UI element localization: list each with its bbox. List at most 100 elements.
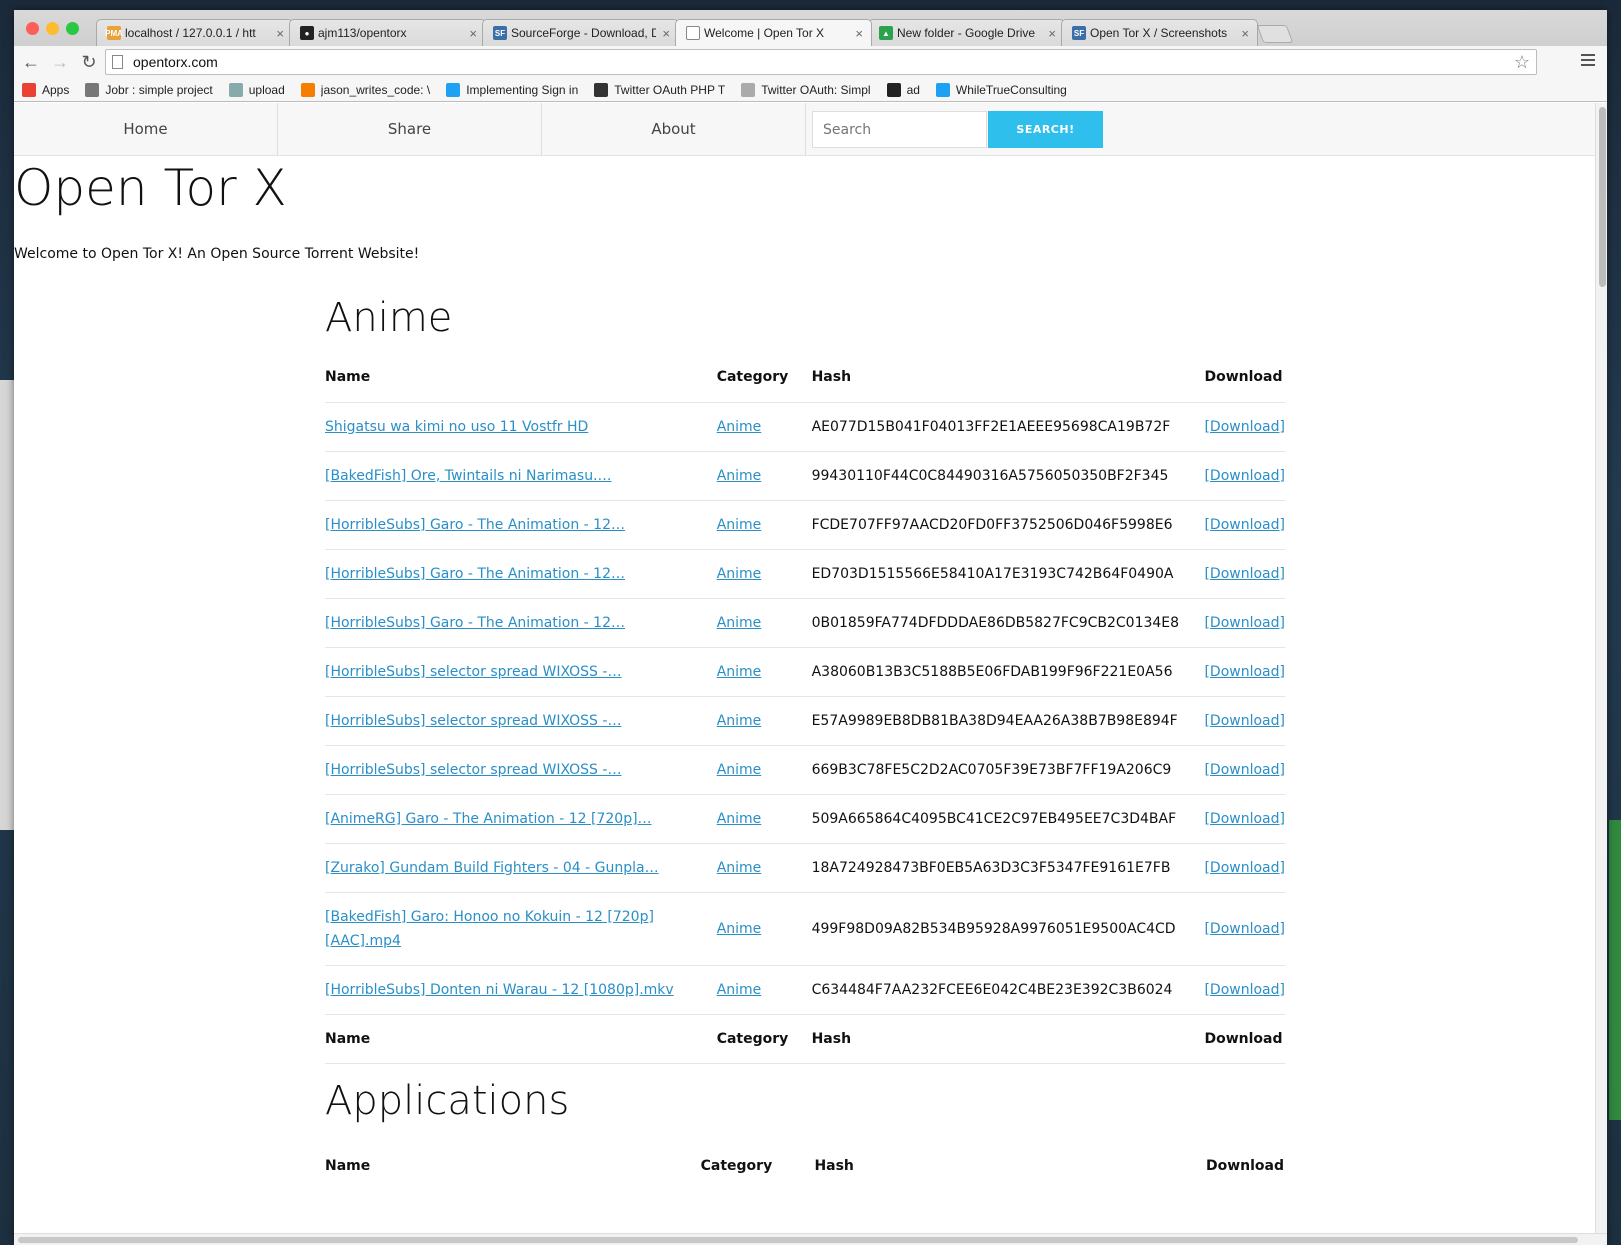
torrent-name-cell: [HorribleSubs] selector spread WIXOSS -… — [325, 744, 717, 794]
bookmark-item[interactable]: WhileTrueConsulting — [935, 82, 1067, 97]
download-cell: [Download] — [1204, 793, 1285, 843]
applications-table-header: Name Category Hash Download — [325, 1141, 1285, 1190]
applications-section: Applications Name Category Hash Download — [325, 1061, 1285, 1190]
tab-close-icon[interactable]: × — [1241, 26, 1249, 41]
col-download-header: Download — [1204, 369, 1283, 386]
torrent-name-link[interactable]: [HorribleSubs] selector spread WIXOSS -… — [325, 664, 621, 680]
download-link[interactable]: [Download] — [1204, 860, 1285, 876]
new-tab-button[interactable] — [1256, 25, 1294, 43]
menu-hamburger-icon[interactable] — [1581, 54, 1595, 69]
download-link[interactable]: [Download] — [1204, 615, 1285, 631]
window-minimize-button[interactable] — [46, 22, 59, 35]
category-link[interactable]: Anime — [717, 811, 762, 827]
bookmark-item[interactable]: Twitter OAuth PHP T — [594, 82, 725, 97]
download-link[interactable]: [Download] — [1204, 811, 1285, 827]
forward-arrow-icon[interactable]: → — [48, 52, 72, 73]
search-button[interactable]: SEARCH! — [988, 111, 1103, 148]
bookmark-item[interactable]: ad — [886, 82, 920, 97]
tab-title: localhost / 127.0.0.1 / htt — [125, 26, 256, 40]
browser-tab[interactable]: Welcome | Open Tor X × — [675, 19, 872, 46]
site-icon — [594, 82, 609, 97]
torrent-name-cell: [HorribleSubs] selector spread WIXOSS -… — [325, 646, 717, 696]
torrent-name-link[interactable]: [HorribleSubs] Garo - The Animation - 12… — [325, 566, 625, 582]
torrent-name-link[interactable]: [AnimeRG] Garo - The Animation - 12 [720… — [325, 811, 652, 827]
bookmarks-bar: Apps Jobr : simple project upload jason_wri… — [14, 78, 1607, 102]
bookmark-item[interactable]: upload — [228, 82, 285, 97]
category-link[interactable]: Anime — [717, 921, 762, 937]
window-maximize-button[interactable] — [66, 22, 79, 35]
download-cell: [Download] — [1204, 646, 1285, 696]
torrent-name-cell: [HorribleSubs] Garo - The Animation - 12… — [325, 597, 717, 647]
download-link[interactable]: [Download] — [1204, 982, 1285, 998]
tab-close-icon[interactable]: × — [469, 26, 477, 41]
tab-close-icon[interactable]: × — [855, 26, 863, 41]
torrent-name-link[interactable]: [HorribleSubs] Garo - The Animation - 12… — [325, 517, 625, 533]
torrent-name-link[interactable]: Shigatsu wa kimi no uso 11 Vostfr HD — [325, 419, 588, 435]
category-link[interactable]: Anime — [717, 419, 762, 435]
download-link[interactable]: [Download] — [1204, 468, 1285, 484]
col-download-footer: Download — [1204, 1013, 1285, 1064]
table-row: Shigatsu wa kimi no uso 11 Vostfr HD Anim… — [325, 401, 1285, 451]
nav-about[interactable]: About — [542, 103, 806, 155]
download-link[interactable]: [Download] — [1204, 419, 1285, 435]
bookmark-item[interactable]: Apps — [22, 82, 69, 97]
download-link[interactable]: [Download] — [1204, 921, 1285, 937]
browser-tab[interactable]: ▲ New folder - Google Drive × — [868, 19, 1065, 46]
download-link[interactable]: [Download] — [1204, 762, 1285, 778]
category-link[interactable]: Anime — [717, 982, 762, 998]
torrent-name-link[interactable]: [HorribleSubs] Garo - The Animation - 12… — [325, 615, 625, 631]
torrent-name-link[interactable]: [Zurako] Gundam Build Fighters - 04 - Gu… — [325, 860, 659, 876]
vertical-scroll-thumb[interactable] — [1599, 107, 1606, 287]
category-link[interactable]: Anime — [717, 713, 762, 729]
applications-heading: Applications — [325, 1078, 570, 1124]
nav-home[interactable]: Home — [14, 103, 278, 155]
torrent-name-link[interactable]: [BakedFish] Ore, Twintails ni Narimasu.… — [325, 468, 612, 484]
torrent-name-cell: [AnimeRG] Garo - The Animation - 12 [720… — [325, 793, 717, 843]
search-input[interactable] — [812, 111, 987, 148]
vertical-scrollbar[interactable] — [1595, 103, 1607, 1233]
download-link[interactable]: [Download] — [1204, 713, 1285, 729]
bookmark-item[interactable]: Implementing Sign in — [446, 82, 578, 97]
category-link[interactable]: Anime — [717, 664, 762, 680]
bookmark-item[interactable]: Jobr : simple project — [85, 82, 213, 97]
address-bar[interactable]: opentorx.com ☆ — [105, 49, 1537, 75]
torrent-name-link[interactable]: [BakedFish] Garo: Honoo no Kokuin - 12 [… — [325, 909, 654, 949]
tab-close-icon[interactable]: × — [276, 26, 284, 41]
download-link[interactable]: [Download] — [1204, 664, 1285, 680]
category-link[interactable]: Anime — [717, 566, 762, 582]
tab-title: Open Tor X / Screenshots — [1090, 26, 1228, 40]
download-cell: [Download] — [1204, 450, 1285, 500]
anime-table-footer: Name Category Hash Download — [325, 1013, 1285, 1064]
category-link[interactable]: Anime — [717, 762, 762, 778]
category-cell: Anime — [716, 695, 812, 745]
download-link[interactable]: [Download] — [1204, 517, 1285, 533]
nav-share[interactable]: Share — [278, 103, 542, 155]
browser-tab[interactable]: ● ajm113/opentorx × — [289, 19, 486, 46]
anime-table-header: Name Category Hash Download — [325, 353, 1285, 402]
bookmark-label: upload — [248, 82, 285, 97]
download-link[interactable]: [Download] — [1204, 566, 1285, 582]
bookmark-star-icon[interactable]: ☆ — [1514, 52, 1530, 73]
browser-tab[interactable]: PMA localhost / 127.0.0.1 / htt × — [96, 19, 293, 46]
tab-close-icon[interactable]: × — [662, 26, 670, 41]
table-row: [HorribleSubs] Donten ni Warau - 12 [108… — [325, 964, 1285, 1014]
horizontal-scroll-thumb[interactable] — [18, 1237, 1578, 1243]
tab-close-icon[interactable]: × — [1048, 26, 1056, 41]
category-link[interactable]: Anime — [717, 468, 762, 484]
horizontal-scrollbar[interactable] — [14, 1233, 1607, 1245]
bookmark-item[interactable]: Twitter OAuth: Simpl — [741, 82, 871, 97]
sourceforge-icon: SF — [493, 26, 507, 40]
browser-tab[interactable]: SF SourceForge - Download, D × — [482, 19, 679, 46]
category-cell: Anime — [716, 450, 812, 500]
torrent-name-link[interactable]: [HorribleSubs] selector spread WIXOSS -… — [325, 713, 621, 729]
torrent-name-link[interactable]: [HorribleSubs] selector spread WIXOSS -… — [325, 762, 621, 778]
window-close-button[interactable] — [26, 22, 39, 35]
browser-tab[interactable]: SF Open Tor X / Screenshots × — [1061, 19, 1258, 46]
category-link[interactable]: Anime — [717, 517, 762, 533]
reload-icon[interactable]: ↻ — [77, 52, 101, 73]
category-link[interactable]: Anime — [717, 615, 762, 631]
category-link[interactable]: Anime — [717, 860, 762, 876]
back-arrow-icon[interactable]: ← — [19, 52, 43, 73]
bookmark-item[interactable]: jason_writes_code: \ — [300, 82, 430, 97]
torrent-name-link[interactable]: [HorribleSubs] Donten ni Warau - 12 [108… — [325, 982, 674, 998]
